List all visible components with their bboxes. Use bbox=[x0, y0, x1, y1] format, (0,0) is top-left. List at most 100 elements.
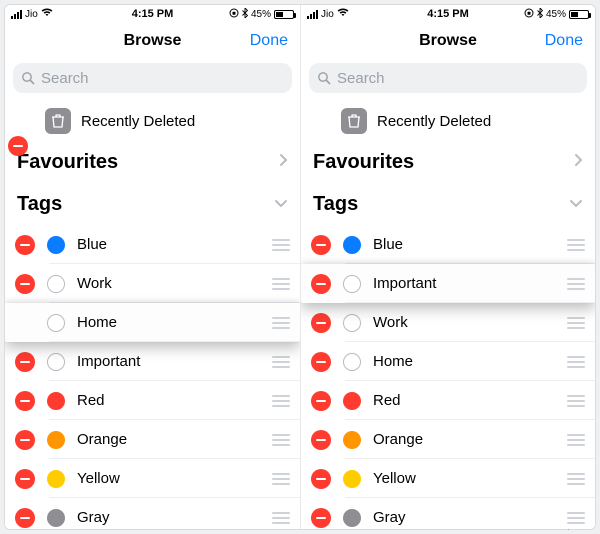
done-button[interactable]: Done bbox=[250, 23, 288, 59]
tags-section-header[interactable]: Tags bbox=[301, 183, 595, 225]
search-placeholder: Search bbox=[337, 70, 385, 87]
tags-title: Tags bbox=[313, 193, 358, 216]
tag-row[interactable]: Yellow bbox=[5, 459, 300, 498]
chevron-down-icon bbox=[274, 195, 288, 213]
tag-color-none bbox=[47, 353, 65, 371]
tag-row[interactable]: Orange bbox=[301, 420, 595, 459]
tag-color-yellow bbox=[47, 470, 65, 488]
recently-deleted-row[interactable]: Recently Deleted bbox=[301, 101, 595, 141]
right-screenshot: Jio 4:15 PM 45% Browse Done bbox=[300, 5, 595, 529]
delete-control[interactable] bbox=[311, 469, 331, 489]
tag-row[interactable]: Red bbox=[5, 381, 300, 420]
tag-color-red bbox=[47, 392, 65, 410]
reorder-handle-icon[interactable] bbox=[563, 512, 585, 524]
tag-row[interactable]: Work bbox=[301, 303, 595, 342]
tag-color-blue bbox=[343, 236, 361, 254]
tag-color-orange bbox=[47, 431, 65, 449]
reorder-handle-icon[interactable] bbox=[563, 239, 585, 251]
chevron-right-icon bbox=[279, 153, 288, 172]
tag-row[interactable]: Gray bbox=[5, 498, 300, 529]
nav-bar: Browse Done bbox=[5, 23, 300, 59]
delete-control[interactable] bbox=[15, 235, 35, 255]
reorder-handle-icon[interactable] bbox=[563, 317, 585, 329]
page-title: Browse bbox=[419, 32, 477, 50]
tag-row[interactable]: Home bbox=[5, 303, 300, 342]
tag-row[interactable]: Gray bbox=[301, 498, 595, 529]
trash-icon bbox=[45, 108, 71, 134]
tags-section-header[interactable]: Tags bbox=[5, 183, 300, 225]
tag-color-red bbox=[343, 392, 361, 410]
reorder-handle-icon[interactable] bbox=[268, 395, 290, 407]
tag-list: Blue Important Work Home Red OrangeYellow Gray… bbox=[301, 225, 595, 529]
tag-color-yellow bbox=[343, 470, 361, 488]
done-button[interactable]: Done bbox=[545, 23, 583, 59]
recently-deleted-row[interactable]: Recently Deleted bbox=[5, 101, 300, 141]
reorder-handle-icon[interactable] bbox=[268, 278, 290, 290]
reorder-handle-icon[interactable] bbox=[268, 434, 290, 446]
tag-color-orange bbox=[343, 431, 361, 449]
tag-list: Blue Work Home Important Red Orange Yellow Gray… bbox=[5, 225, 300, 529]
tag-row[interactable]: Important bbox=[5, 342, 300, 381]
tag-label: Gray bbox=[373, 509, 551, 526]
battery-icon bbox=[569, 10, 589, 19]
delete-control[interactable] bbox=[311, 235, 331, 255]
tag-label: Red bbox=[373, 392, 551, 409]
delete-control[interactable] bbox=[311, 313, 331, 333]
delete-control[interactable] bbox=[15, 352, 35, 372]
reorder-handle-icon[interactable] bbox=[563, 395, 585, 407]
favourites-title: Favourites bbox=[313, 151, 414, 174]
reorder-handle-icon[interactable] bbox=[268, 512, 290, 524]
tag-row[interactable]: Red bbox=[301, 381, 595, 420]
tag-label: Red bbox=[77, 392, 256, 409]
search-icon bbox=[317, 71, 331, 85]
delete-control[interactable] bbox=[15, 469, 35, 489]
delete-control[interactable] bbox=[311, 352, 331, 372]
chevron-down-icon bbox=[569, 195, 583, 213]
tag-row[interactable]: Important bbox=[301, 264, 595, 303]
delete-control-floating[interactable] bbox=[8, 136, 28, 156]
tag-label: Important bbox=[373, 275, 551, 292]
tag-label: Yellow bbox=[77, 470, 256, 487]
reorder-handle-icon[interactable] bbox=[268, 473, 290, 485]
tag-row[interactable]: Home bbox=[301, 342, 595, 381]
delete-control[interactable] bbox=[15, 430, 35, 450]
tag-row[interactable]: Yellow bbox=[301, 459, 595, 498]
reorder-handle-icon[interactable] bbox=[563, 356, 585, 368]
nav-bar: Browse Done bbox=[301, 23, 595, 59]
tag-label: Blue bbox=[77, 236, 256, 253]
delete-control[interactable] bbox=[15, 391, 35, 411]
tag-row[interactable]: Blue bbox=[301, 225, 595, 264]
reorder-handle-icon[interactable] bbox=[268, 317, 290, 329]
delete-control[interactable] bbox=[311, 430, 331, 450]
favourites-section-header[interactable]: Favourites bbox=[5, 141, 300, 183]
delete-control[interactable] bbox=[311, 274, 331, 294]
reorder-handle-icon[interactable] bbox=[563, 278, 585, 290]
tag-label: Work bbox=[77, 275, 256, 292]
delete-control[interactable] bbox=[311, 508, 331, 528]
reorder-handle-icon[interactable] bbox=[563, 434, 585, 446]
status-bar: Jio 4:15 PM 45% bbox=[5, 5, 300, 23]
favourites-section-header[interactable]: Favourites bbox=[301, 141, 595, 183]
tag-row[interactable]: Blue bbox=[5, 225, 300, 264]
search-input[interactable]: Search bbox=[309, 63, 587, 93]
delete-control[interactable] bbox=[311, 391, 331, 411]
favourites-title: Favourites bbox=[17, 151, 118, 174]
reorder-handle-icon[interactable] bbox=[268, 239, 290, 251]
delete-control[interactable] bbox=[15, 274, 35, 294]
reorder-handle-icon[interactable] bbox=[563, 473, 585, 485]
tag-row[interactable]: Work bbox=[5, 264, 300, 303]
delete-control[interactable] bbox=[15, 508, 35, 528]
chevron-right-icon bbox=[574, 153, 583, 172]
search-input[interactable]: Search bbox=[13, 63, 292, 93]
battery-icon bbox=[274, 10, 294, 19]
tag-color-none bbox=[343, 314, 361, 332]
tag-label: Gray bbox=[77, 509, 256, 526]
tag-row[interactable]: Orange bbox=[5, 420, 300, 459]
tag-label: Work bbox=[373, 314, 551, 331]
tag-label: Important bbox=[77, 353, 256, 370]
tag-label: Home bbox=[373, 353, 551, 370]
tag-color-gray bbox=[343, 509, 361, 527]
page-title: Browse bbox=[124, 32, 182, 50]
search-placeholder: Search bbox=[41, 70, 89, 87]
reorder-handle-icon[interactable] bbox=[268, 356, 290, 368]
